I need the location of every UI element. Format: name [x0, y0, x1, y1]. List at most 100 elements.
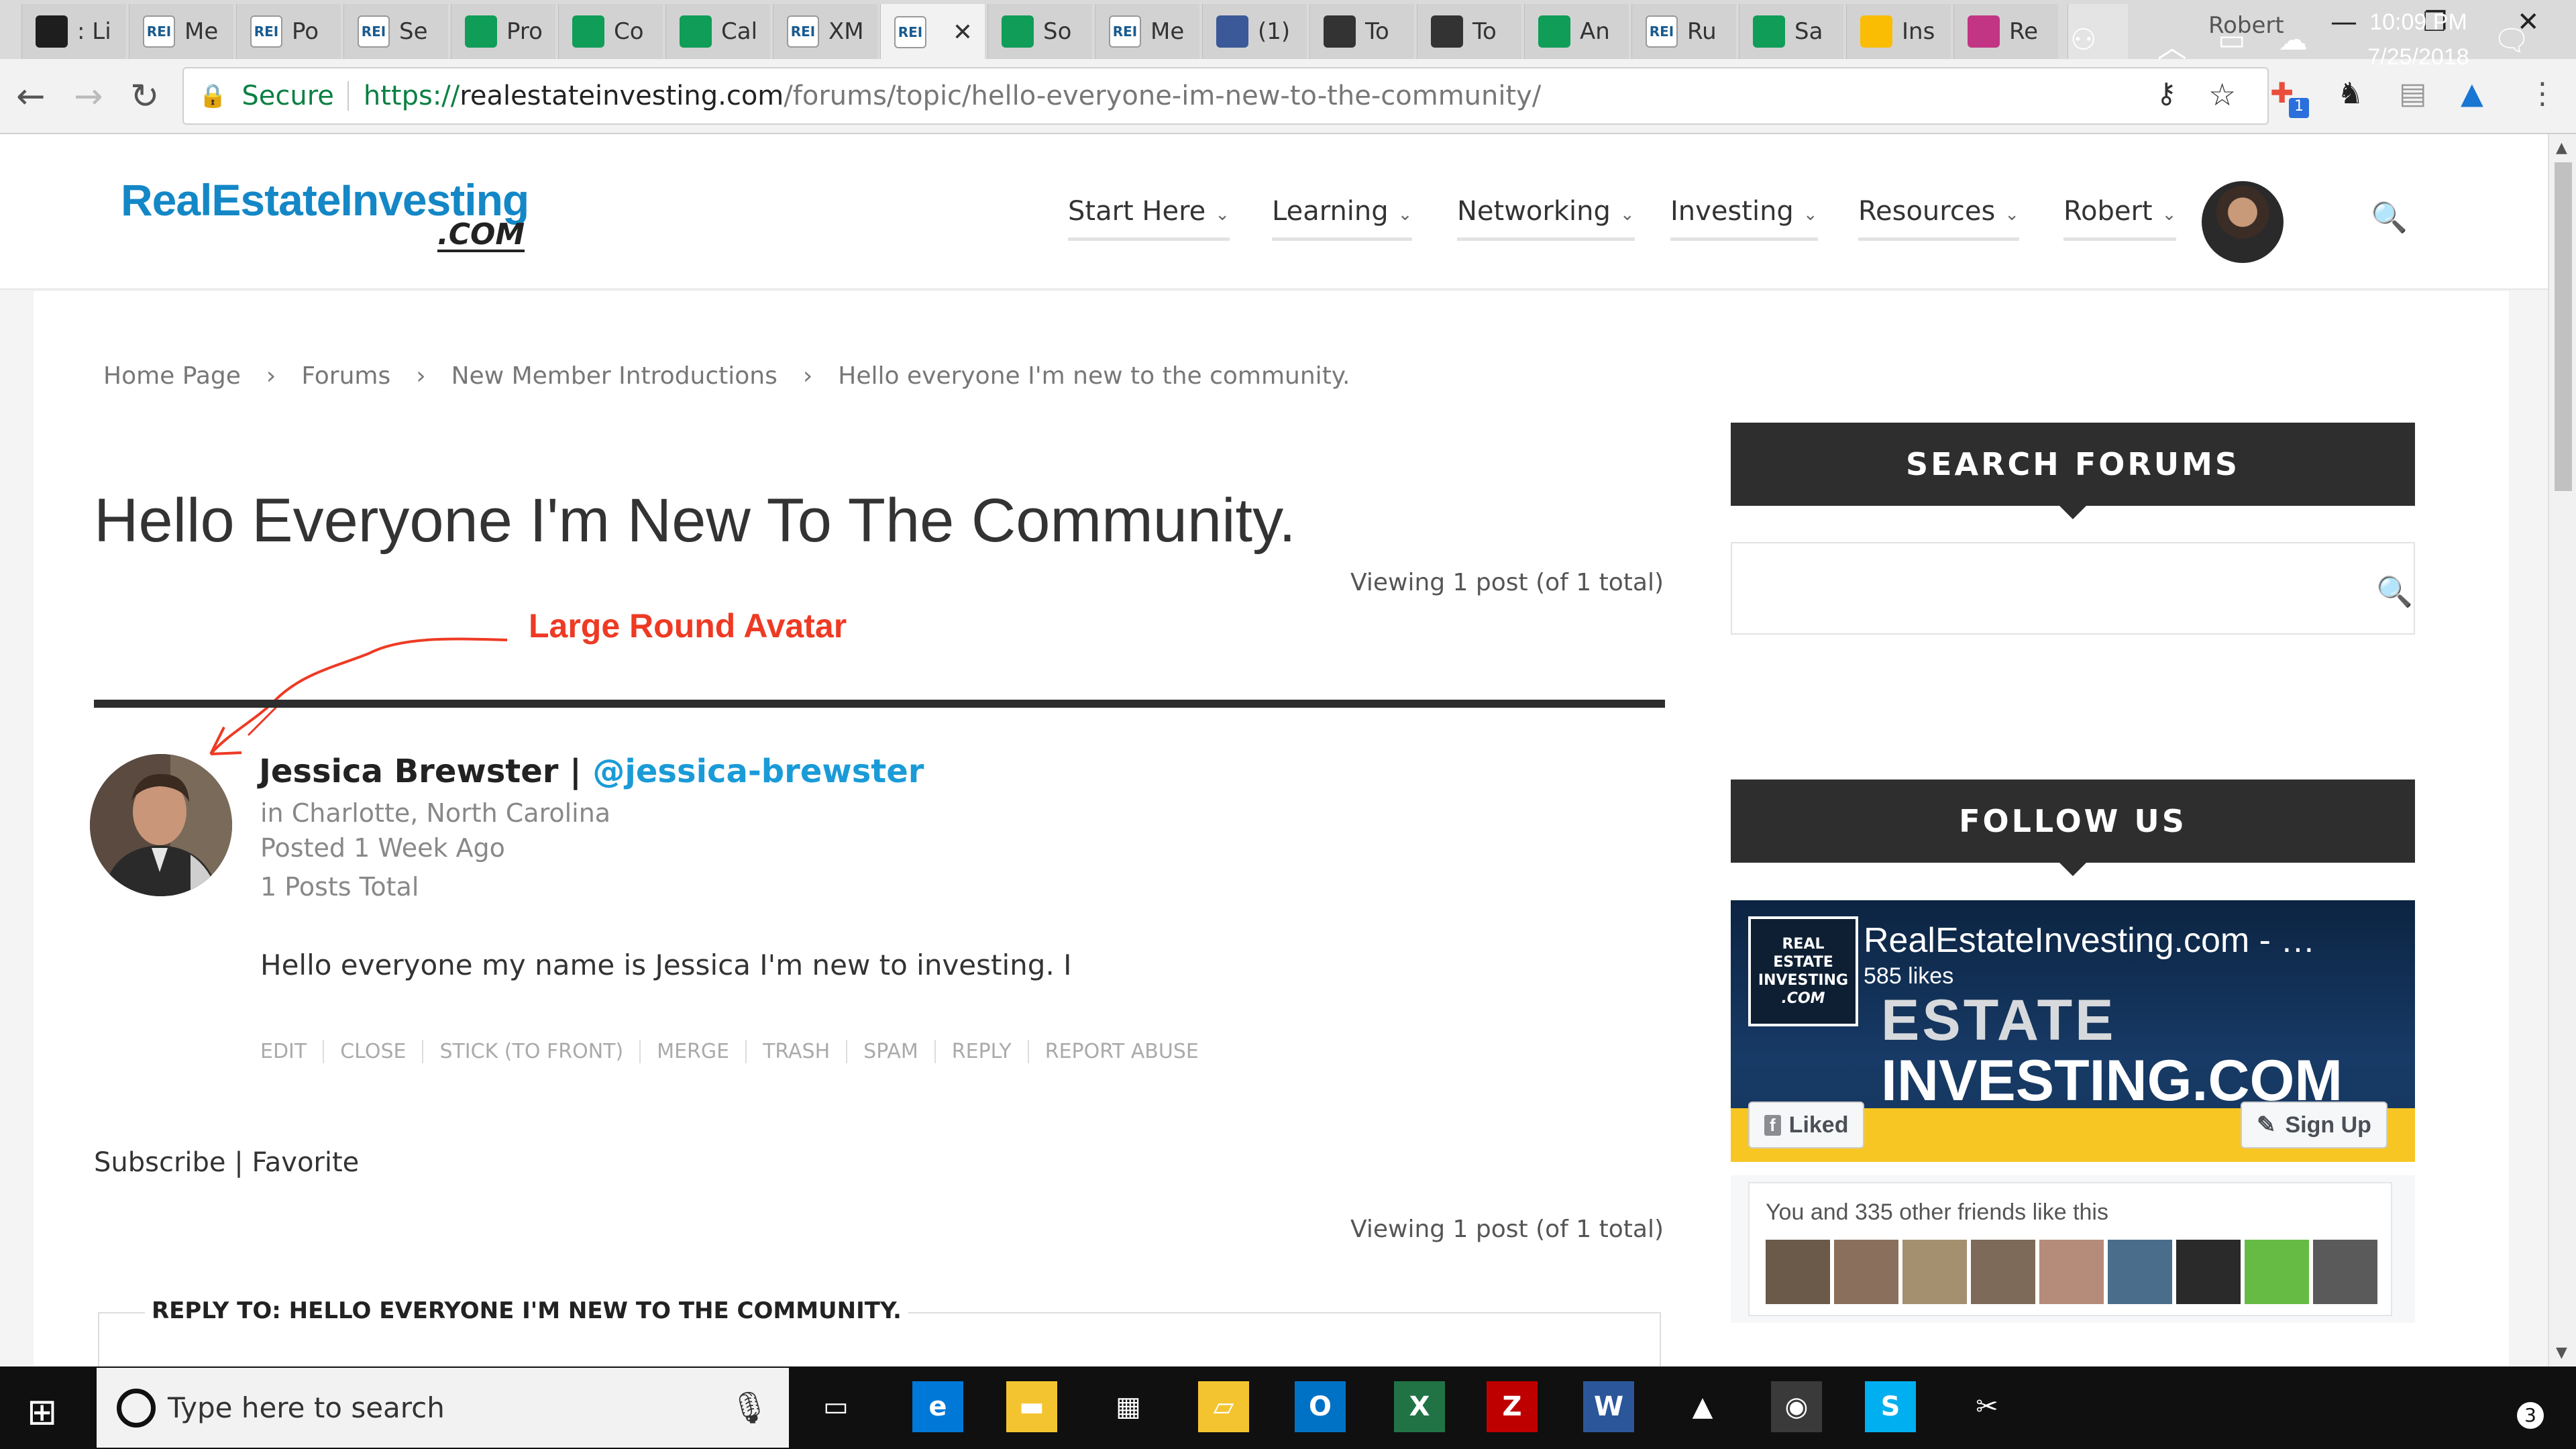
nav-networking[interactable]: Networking ⌄ — [1457, 196, 1635, 241]
site-logo-com[interactable]: .COM — [437, 220, 525, 252]
browser-tab[interactable]: An — [1524, 4, 1629, 59]
browser-tab[interactable]: Co — [558, 4, 663, 59]
onedrive-folder-icon[interactable]: ▱ — [1198, 1381, 1249, 1432]
store-icon[interactable]: ▦ — [1103, 1381, 1154, 1432]
browser-tab[interactable]: REI Po — [236, 4, 341, 59]
browser-tab[interactable]: REI Me — [1095, 4, 1199, 59]
chrome-menu-icon[interactable]: ⋮ — [2528, 76, 2557, 111]
spam-link[interactable]: SPAM — [846, 1040, 934, 1063]
edge-icon[interactable]: e — [912, 1381, 963, 1432]
facebook-page-plugin[interactable]: ESTATE INVESTING.COM REAL ESTATE INVESTI… — [1731, 900, 2415, 1162]
url-separator — [347, 81, 349, 111]
bookmark-star-icon[interactable]: ☆ — [2208, 76, 2236, 113]
author-display-name[interactable]: Jessica Brewster — [259, 753, 558, 790]
chrome-icon[interactable]: ◉ — [1771, 1381, 1822, 1432]
search-icon[interactable]: 🔍 — [2371, 200, 2408, 235]
friend-avatar[interactable] — [1766, 1240, 1830, 1304]
author-avatar[interactable] — [90, 754, 232, 896]
browser-tab[interactable]: To — [1309, 4, 1414, 59]
friend-avatar[interactable] — [2039, 1240, 2104, 1304]
fb-page-name[interactable]: RealEstateInvesting.com - … — [1864, 920, 2315, 961]
browser-tab[interactable]: Pro — [451, 4, 555, 59]
microphone-icon[interactable]: 🎙 — [730, 1389, 769, 1426]
scroll-up-icon[interactable]: ▲ — [2556, 140, 2567, 156]
edit-link[interactable]: EDIT — [260, 1040, 323, 1063]
back-icon[interactable]: ← — [16, 76, 46, 117]
friend-avatar[interactable] — [2176, 1240, 2241, 1304]
fb-signup-button[interactable]: ✎ Sign Up — [2241, 1102, 2387, 1148]
merge-link[interactable]: MERGE — [639, 1040, 745, 1063]
browser-tab[interactable]: : Li — [21, 4, 126, 59]
onedrive-cloud-icon[interactable]: ☁ — [2278, 23, 2308, 57]
breadcrumb-forums[interactable]: Forums — [301, 362, 390, 390]
fb-liked-button[interactable]: f Liked — [1748, 1102, 1865, 1148]
owl-extension-icon[interactable]: ♞ — [2337, 76, 2363, 111]
url-input[interactable]: 🔒 Secure https:// realestateinvesting.co… — [182, 67, 2269, 125]
friend-avatar[interactable] — [2313, 1240, 2377, 1304]
browser-tab[interactable]: REI Ru — [1631, 4, 1736, 59]
browser-tab[interactable]: REI ✕ — [880, 4, 985, 60]
mountain-extension-icon[interactable]: ▲ — [2461, 76, 2483, 111]
outlook-icon[interactable]: O — [1295, 1381, 1346, 1432]
url-path: /forums/topic/hello-everyone-im-new-to-t… — [784, 80, 1542, 111]
nav-resources[interactable]: Resources ⌄ — [1858, 196, 2020, 241]
show-hidden-icons-chevron[interactable]: ︿ — [2157, 23, 2187, 66]
snipping-tool-icon[interactable]: ✂ — [1962, 1381, 2012, 1432]
excel-icon[interactable]: X — [1394, 1381, 1445, 1432]
taskbar-clock-time[interactable]: 10:09 PM — [2348, 9, 2489, 36]
battery-icon[interactable]: ▭ — [2218, 23, 2246, 57]
browser-tab[interactable]: So — [987, 4, 1092, 59]
photos-icon[interactable]: ▲ — [1677, 1381, 1728, 1432]
friend-avatar[interactable] — [1971, 1240, 2035, 1304]
friend-avatar[interactable] — [1902, 1240, 1967, 1304]
reload-icon[interactable]: ↻ — [130, 76, 160, 117]
report-abuse-link[interactable]: REPORT ABUSE — [1027, 1040, 1215, 1063]
skype-icon[interactable]: S — [1865, 1381, 1916, 1432]
page-scrollbar[interactable]: ▲ ▼ — [2548, 134, 2576, 1366]
scrollbar-thumb[interactable] — [2555, 162, 2572, 491]
browser-tab[interactable]: Sa — [1739, 4, 1843, 59]
close-link[interactable]: CLOSE — [323, 1040, 422, 1063]
fb-page-logo[interactable]: REAL ESTATE INVESTING .COM — [1748, 916, 1858, 1026]
subscribe-link[interactable]: Subscribe — [94, 1147, 226, 1178]
friend-avatar[interactable] — [1834, 1240, 1898, 1304]
task-view-icon[interactable]: ▭ — [810, 1381, 861, 1432]
file-explorer-icon[interactable]: ▬ — [1006, 1381, 1057, 1432]
pdf-extension-icon[interactable]: ▤ — [2399, 76, 2427, 111]
nav-start-here[interactable]: Start Here ⌄ — [1068, 196, 1230, 241]
action-center-icon[interactable]: 🗨 — [2493, 23, 2530, 58]
browser-tab[interactable]: REI Se — [343, 4, 448, 59]
trash-link[interactable]: TRASH — [745, 1040, 846, 1063]
browser-tab[interactable]: Ins — [1846, 4, 1951, 59]
nav-investing[interactable]: Investing ⌄ — [1670, 196, 1818, 241]
friend-avatar[interactable] — [2108, 1240, 2172, 1304]
taskbar-clock-date[interactable]: 7/25/2018 — [2348, 44, 2489, 70]
browser-tab[interactable]: Re — [1953, 4, 2058, 59]
author-handle[interactable]: @jessica-brewster — [592, 753, 924, 790]
favorite-link[interactable]: Favorite — [252, 1147, 359, 1178]
breadcrumb-new-member-introductions[interactable]: New Member Introductions — [451, 362, 777, 390]
search-icon[interactable]: 🔍 — [2376, 574, 2413, 609]
word-icon[interactable]: W — [1583, 1381, 1634, 1432]
stick-link[interactable]: STICK (TO FRONT) — [422, 1040, 639, 1063]
people-icon[interactable]: ⚇ — [2070, 23, 2096, 57]
breadcrumb-home[interactable]: Home Page — [103, 362, 241, 390]
scroll-down-icon[interactable]: ▼ — [2556, 1344, 2567, 1361]
filezilla-icon[interactable]: Z — [1487, 1381, 1538, 1432]
browser-tab[interactable]: (1) — [1202, 4, 1307, 59]
close-tab-icon[interactable]: ✕ — [953, 19, 973, 46]
friend-avatar[interactable] — [2245, 1240, 2309, 1304]
browser-tab[interactable]: Cal — [665, 4, 770, 59]
nav-user-robert[interactable]: Robert ⌄ — [2063, 196, 2177, 241]
browser-tab[interactable]: To — [1417, 4, 1521, 59]
reply-link[interactable]: REPLY — [934, 1040, 1028, 1063]
windows-start-icon[interactable]: ⊞ — [27, 1391, 57, 1433]
taskbar-search-input[interactable]: Type here to search 🎙 — [97, 1368, 789, 1448]
browser-tab[interactable]: REI XM — [773, 4, 877, 59]
nav-learning[interactable]: Learning ⌄ — [1272, 196, 1413, 241]
user-avatar[interactable] — [2202, 181, 2284, 263]
forward-icon[interactable]: → — [74, 76, 103, 117]
forum-search-input[interactable] — [1731, 542, 2415, 635]
browser-tab[interactable]: REI Me — [129, 4, 233, 59]
key-icon[interactable]: ⚷ — [2156, 76, 2177, 109]
